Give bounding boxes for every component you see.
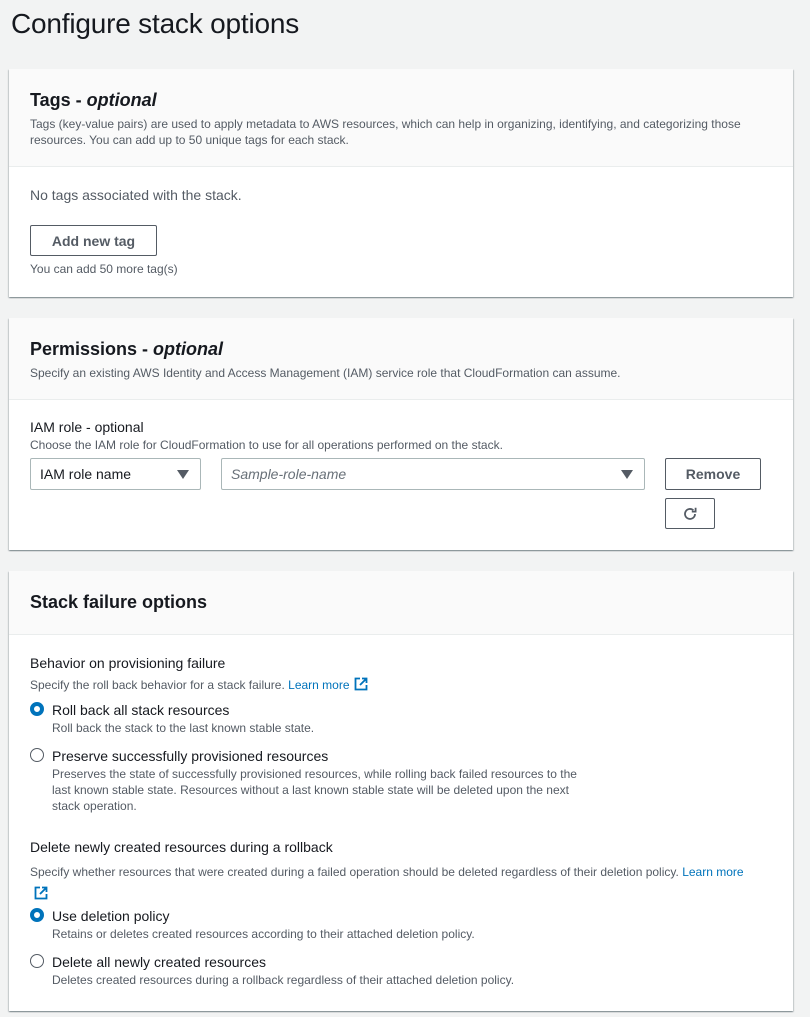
- radio-description: Retains or deletes created resources acc…: [52, 927, 475, 941]
- radio-button[interactable]: [30, 954, 44, 968]
- iam-role-name-select[interactable]: Sample-role-name: [221, 458, 645, 490]
- radio-use-deletion-policy-text: Use deletion policy Retains or deletes c…: [52, 907, 612, 942]
- stack-failure-panel: Stack failure options Behavior on provis…: [9, 571, 793, 1011]
- behavior-label: Behavior on provisioning failure: [30, 655, 226, 671]
- tags-description: Tags (key-value pairs) are used to apply…: [30, 117, 741, 147]
- behavior-description: Specify the roll back behavior for a sta…: [30, 677, 368, 693]
- learn-more-text: Learn more: [288, 678, 350, 692]
- radio-preserve-provisioned-text: Preserve successfully provisioned resour…: [52, 747, 587, 814]
- caret-down-icon: [177, 470, 189, 479]
- stack-failure-title: Stack failure options: [30, 592, 208, 612]
- tags-title-text: Tags -: [30, 90, 87, 110]
- refresh-icon: [684, 507, 697, 520]
- page-title: Configure stack options: [11, 8, 300, 39]
- tags-title: Tags - optional: [30, 89, 773, 111]
- more-text: more: [716, 865, 744, 879]
- radio-rollback-all-text: Roll back all stack resources Roll back …: [52, 701, 612, 736]
- tags-panel: Tags - optional Tags (key-value pairs) a…: [9, 69, 793, 297]
- caret-down-icon: [621, 470, 633, 479]
- tags-hint: You can add 50 more tag(s): [30, 262, 178, 276]
- radio-label: Use deletion policy: [52, 908, 170, 924]
- refresh-button[interactable]: [665, 498, 715, 529]
- learn-text: Learn: [682, 865, 713, 879]
- tags-title-optional: optional: [86, 90, 157, 110]
- radio-description: Roll back the stack to the last known st…: [52, 721, 315, 735]
- add-new-tag-button[interactable]: Add new tag: [30, 225, 157, 256]
- radio-label: Roll back all stack resources: [52, 702, 230, 718]
- radio-description: Preserves the state of successfully prov…: [52, 767, 577, 813]
- radio-description: Deletes created resources during a rollb…: [52, 973, 515, 987]
- radio-label: Delete all newly created resources: [52, 954, 266, 970]
- delete-resources-description-text: Specify whether resources that were crea…: [30, 865, 679, 879]
- tags-empty-text: No tags associated with the stack.: [30, 187, 242, 203]
- iam-role-description: Choose the IAM role for CloudFormation t…: [30, 438, 503, 452]
- permissions-title-optional: optional: [153, 339, 224, 359]
- stack-failure-panel-header: Stack failure options: [9, 571, 793, 635]
- permissions-panel: Permissions - optional Specify an existi…: [9, 318, 793, 550]
- radio-button[interactable]: [30, 748, 44, 762]
- behavior-description-text: Specify the roll back behavior for a sta…: [30, 678, 285, 692]
- delete-resources-label: Delete newly created resources during a …: [30, 839, 333, 855]
- permissions-title: Permissions - optional: [30, 338, 773, 360]
- radio-button-checked[interactable]: [30, 702, 44, 716]
- radio-delete-all-new-text: Delete all newly created resources Delet…: [52, 953, 612, 988]
- permissions-title-text: Permissions -: [30, 339, 154, 359]
- iam-role-name-placeholder: Sample-role-name: [231, 466, 347, 482]
- iam-role-type-value: IAM role name: [40, 466, 132, 482]
- delete-resources-description: Specify whether resources that were crea…: [30, 861, 750, 905]
- behavior-learn-more-link[interactable]: Learn more: [288, 677, 367, 692]
- remove-button[interactable]: Remove: [665, 458, 761, 490]
- permissions-panel-header: Permissions - optional Specify an existi…: [9, 318, 793, 400]
- radio-button-checked[interactable]: [30, 908, 44, 922]
- tags-panel-header: Tags - optional Tags (key-value pairs) a…: [9, 69, 793, 167]
- iam-role-type-select[interactable]: IAM role name: [30, 458, 201, 490]
- external-link-icon: [354, 677, 367, 691]
- external-link-icon: [34, 886, 48, 900]
- iam-role-label: IAM role - optional: [30, 419, 144, 435]
- radio-label: Preserve successfully provisioned resour…: [52, 748, 329, 764]
- permissions-description: Specify an existing AWS Identity and Acc…: [30, 366, 621, 380]
